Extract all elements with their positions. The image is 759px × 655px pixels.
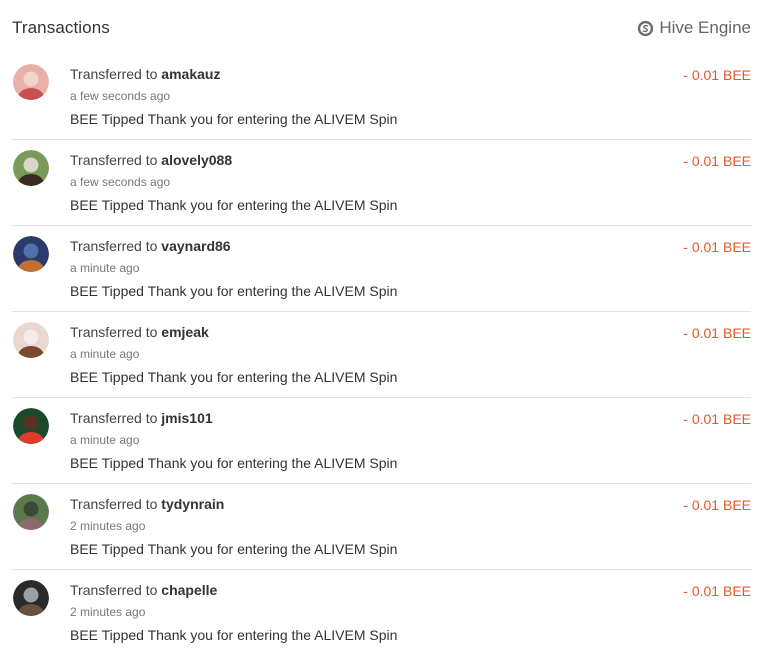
transfer-prefix: Transferred to xyxy=(70,410,158,426)
transaction-timestamp: a minute ago xyxy=(70,347,140,361)
recipient-username[interactable]: emjeak xyxy=(161,324,208,340)
transaction-memo: BEE Tipped Thank you for entering the AL… xyxy=(70,541,398,557)
avatar[interactable] xyxy=(13,408,49,444)
hive-engine-label: Hive Engine xyxy=(659,18,751,37)
transfer-line: Transferred to alovely088 xyxy=(70,152,232,168)
transfer-line: Transferred to tydynrain xyxy=(70,496,224,512)
hive-engine-icon xyxy=(637,20,654,37)
transfer-prefix: Transferred to xyxy=(70,582,158,598)
transactions-list: Transferred to amakauz a few seconds ago… xyxy=(12,54,751,655)
avatar[interactable] xyxy=(13,322,49,358)
transaction-row[interactable]: Transferred to jmis101 a minute ago BEE … xyxy=(12,398,751,484)
transfer-line: Transferred to vaynard86 xyxy=(70,238,231,254)
transaction-timestamp: a few seconds ago xyxy=(70,89,171,103)
page-title: Transactions xyxy=(12,18,110,37)
avatar[interactable] xyxy=(13,580,49,616)
recipient-username[interactable]: vaynard86 xyxy=(161,238,230,254)
transaction-timestamp: a minute ago xyxy=(70,261,140,275)
transaction-row[interactable]: Transferred to amakauz a few seconds ago… xyxy=(12,54,751,140)
transfer-prefix: Transferred to xyxy=(70,324,158,340)
transaction-amount: - 0.01 BEE xyxy=(683,325,751,341)
transaction-row[interactable]: Transferred to chapelle 2 minutes ago BE… xyxy=(12,570,751,655)
transaction-memo: BEE Tipped Thank you for entering the AL… xyxy=(70,197,398,213)
transaction-timestamp: 2 minutes ago xyxy=(70,519,146,533)
transaction-row[interactable]: Transferred to alovely088 a few seconds … xyxy=(12,140,751,226)
transfer-line: Transferred to emjeak xyxy=(70,324,209,340)
recipient-username[interactable]: chapelle xyxy=(161,582,217,598)
transaction-memo: BEE Tipped Thank you for entering the AL… xyxy=(70,111,398,127)
recipient-username[interactable]: tydynrain xyxy=(161,496,224,512)
transaction-amount: - 0.01 BEE xyxy=(683,583,751,599)
avatar[interactable] xyxy=(13,494,49,530)
transaction-timestamp: 2 minutes ago xyxy=(70,605,146,619)
transfer-prefix: Transferred to xyxy=(70,238,158,254)
transaction-memo: BEE Tipped Thank you for entering the AL… xyxy=(70,369,398,385)
recipient-username[interactable]: jmis101 xyxy=(161,410,212,426)
transaction-amount: - 0.01 BEE xyxy=(683,497,751,513)
avatar[interactable] xyxy=(13,64,49,100)
transaction-amount: - 0.01 BEE xyxy=(683,239,751,255)
transaction-memo: BEE Tipped Thank you for entering the AL… xyxy=(70,283,398,299)
transfer-prefix: Transferred to xyxy=(70,152,158,168)
transfer-prefix: Transferred to xyxy=(70,66,158,82)
recipient-username[interactable]: amakauz xyxy=(161,66,220,82)
avatar[interactable] xyxy=(13,150,49,186)
transactions-header: Transactions Hive Engine xyxy=(12,14,751,42)
transfer-line: Transferred to chapelle xyxy=(70,582,217,598)
transfer-line: Transferred to amakauz xyxy=(70,66,220,82)
transaction-timestamp: a minute ago xyxy=(70,433,140,447)
transaction-memo: BEE Tipped Thank you for entering the AL… xyxy=(70,627,398,643)
transaction-memo: BEE Tipped Thank you for entering the AL… xyxy=(70,455,398,471)
hive-engine-link[interactable]: Hive Engine xyxy=(637,18,751,38)
recipient-username[interactable]: alovely088 xyxy=(161,152,232,168)
transaction-row[interactable]: Transferred to tydynrain 2 minutes ago B… xyxy=(12,484,751,570)
transaction-timestamp: a few seconds ago xyxy=(70,175,171,189)
transaction-amount: - 0.01 BEE xyxy=(683,67,751,83)
avatar[interactable] xyxy=(13,236,49,272)
transfer-prefix: Transferred to xyxy=(70,496,158,512)
transaction-row[interactable]: Transferred to emjeak a minute ago BEE T… xyxy=(12,312,751,398)
transaction-amount: - 0.01 BEE xyxy=(683,411,751,427)
transaction-amount: - 0.01 BEE xyxy=(683,153,751,169)
transaction-row[interactable]: Transferred to vaynard86 a minute ago BE… xyxy=(12,226,751,312)
transfer-line: Transferred to jmis101 xyxy=(70,410,213,426)
